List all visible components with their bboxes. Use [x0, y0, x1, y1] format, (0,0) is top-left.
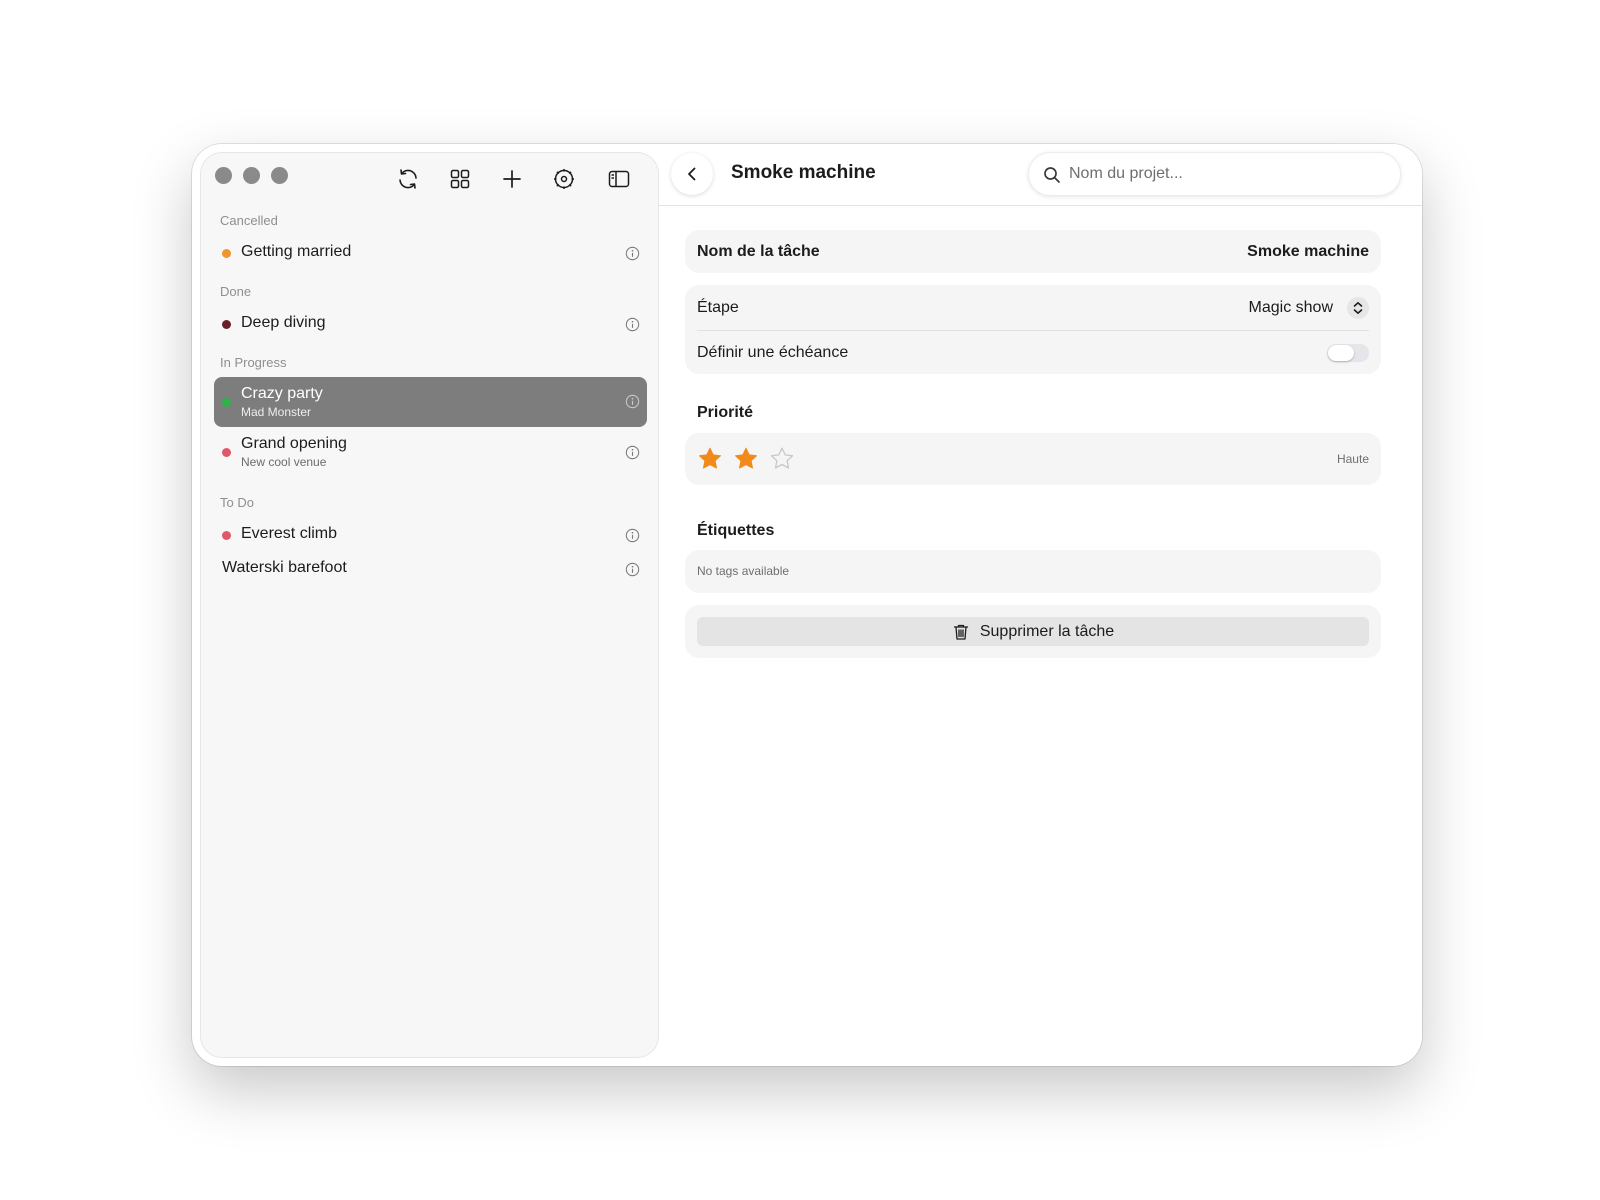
task-name-card: Nom de la tâche Smoke machine [685, 230, 1381, 273]
chevron-left-icon [688, 167, 696, 181]
sidebar-toolbar [201, 161, 658, 197]
star-filled-icon[interactable] [733, 446, 759, 472]
detail-header: Smoke machine [659, 144, 1422, 206]
deadline-toggle[interactable] [1327, 343, 1369, 362]
sync-icon [399, 169, 417, 189]
priority-level-label: Haute [1336, 452, 1369, 466]
list-item[interactable]: Waterski barefoot [214, 552, 647, 586]
task-subtitle: Mad Monster [241, 405, 312, 419]
task-title: Everest climb [241, 525, 338, 542]
priority-title: Priorité [697, 404, 754, 421]
status-dot [222, 398, 231, 407]
list-item-selected[interactable]: Crazy party Mad Monster [214, 377, 647, 427]
search-input[interactable] [1069, 153, 1389, 195]
add-button[interactable] [494, 161, 530, 197]
delete-card: Supprimer la tâche [685, 605, 1381, 658]
star-empty-icon[interactable] [769, 446, 795, 472]
group-label-done: Done [220, 284, 252, 299]
status-dot [222, 249, 231, 258]
tags-title: Étiquettes [697, 522, 775, 539]
stage-select-button[interactable] [1347, 296, 1369, 319]
info-icon[interactable] [625, 445, 640, 460]
stage-label: Étape [697, 298, 739, 316]
list-item[interactable]: Grand opening New cool venue [214, 428, 647, 478]
priority-card: Haute [685, 433, 1381, 485]
status-dot [222, 320, 231, 329]
grid-view-button[interactable] [442, 161, 478, 197]
back-button[interactable] [671, 153, 713, 195]
plus-icon [503, 170, 521, 188]
deadline-row: Définir une échéance [697, 330, 1369, 375]
settings-button[interactable] [546, 161, 582, 197]
group-label-in-progress: In Progress [220, 355, 287, 370]
task-title: Grand opening [241, 435, 347, 452]
group-label-cancelled: Cancelled [220, 213, 278, 228]
trash-icon [953, 624, 968, 640]
toggle-sidebar-button[interactable] [601, 161, 637, 197]
list-item[interactable]: Getting married [214, 236, 647, 270]
app-window: Cancelled Getting married Done Deep divi… [192, 144, 1422, 1066]
sidebar-toggle-icon [608, 170, 630, 188]
list-item[interactable]: Everest climb [214, 518, 647, 552]
sync-button[interactable] [390, 161, 426, 197]
task-subtitle: New cool venue [241, 455, 327, 469]
tags-card: No tags available [685, 550, 1381, 593]
deadline-label: Définir une échéance [697, 343, 849, 361]
status-dot [222, 448, 231, 457]
stage-select-value[interactable]: Magic show [1249, 299, 1333, 317]
task-name-label: Nom de la tâche [697, 242, 820, 260]
toggle-knob [1328, 344, 1354, 361]
task-title: Crazy party [241, 385, 323, 402]
search-icon [1044, 167, 1060, 183]
group-label-to-do: To Do [220, 495, 254, 510]
delete-task-label: Supprimer la tâche [979, 622, 1115, 640]
info-icon[interactable] [625, 562, 640, 577]
star-filled-icon[interactable] [697, 446, 723, 472]
grid-icon [450, 169, 470, 189]
info-icon[interactable] [625, 317, 640, 332]
page-title: Smoke machine [731, 162, 876, 183]
info-icon[interactable] [625, 246, 640, 261]
no-tags-text: No tags available [697, 564, 790, 578]
stage-row: Étape Magic show [697, 285, 1369, 330]
info-icon[interactable] [625, 394, 640, 409]
chevron-up-down-icon [1353, 301, 1363, 314]
stage-deadline-card: Étape Magic show Définir une échéance [685, 285, 1381, 374]
priority-stars[interactable] [697, 446, 795, 472]
list-item[interactable]: Deep diving [214, 307, 647, 341]
sidebar: Cancelled Getting married Done Deep divi… [200, 152, 659, 1058]
status-dot [222, 531, 231, 540]
settings-icon [554, 169, 574, 189]
delete-task-button[interactable]: Supprimer la tâche [697, 617, 1369, 646]
task-title: Waterski barefoot [222, 559, 347, 576]
detail-pane: Smoke machine Nom de la tâche Smoke mach… [659, 144, 1422, 1066]
task-title: Deep diving [241, 314, 326, 331]
task-title: Getting married [241, 243, 352, 260]
task-name-value: Smoke machine [1247, 242, 1369, 260]
task-name-row[interactable]: Nom de la tâche Smoke machine [697, 229, 1369, 274]
search-field[interactable] [1028, 152, 1401, 196]
info-icon[interactable] [625, 528, 640, 543]
